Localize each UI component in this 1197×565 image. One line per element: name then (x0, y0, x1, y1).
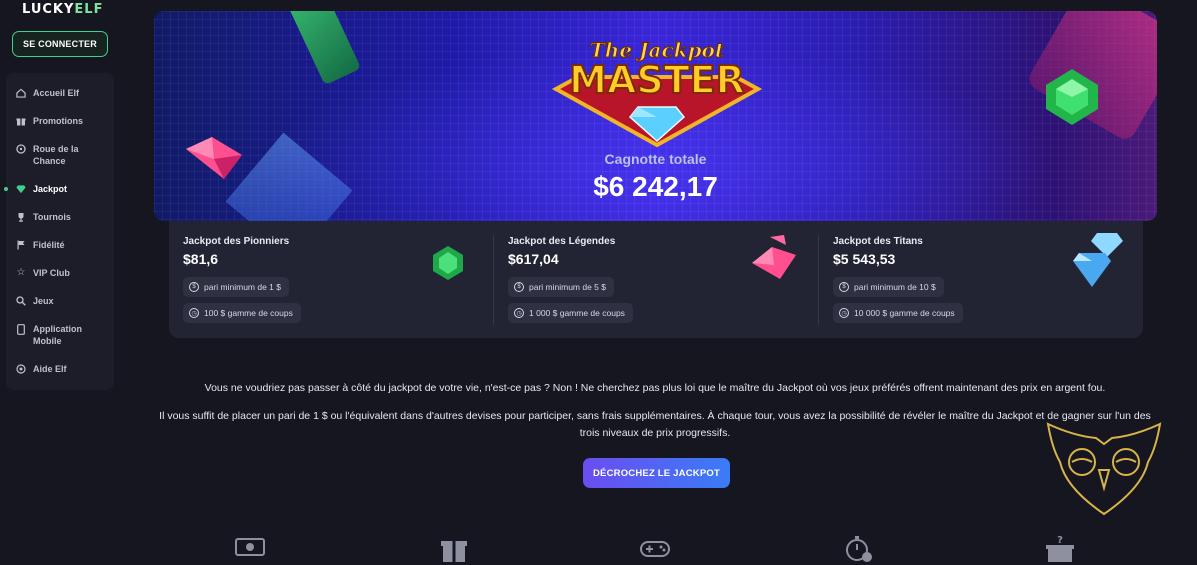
dollar-icon: $ (514, 282, 524, 292)
stopwatch-icon (846, 536, 872, 562)
sidebar-item-label: VIP Club (33, 268, 70, 278)
wheel-icon (16, 144, 26, 154)
flag-icon (16, 240, 26, 250)
sidebar-item-label: Promotions (33, 116, 84, 126)
sidebar-item-label: Tournois (33, 212, 71, 222)
min-bet-chip: $ pari minimum de 1 $ (183, 277, 290, 297)
trophy-icon (16, 212, 26, 222)
help-icon (16, 364, 26, 374)
sidebar-item-roue[interactable]: Roue de la Chance (16, 143, 83, 167)
clock-icon: ◷ (189, 308, 199, 318)
clock-icon: ◷ (839, 308, 849, 318)
login-button[interactable]: SE CONNECTER (12, 31, 108, 57)
tier-value: $617,04 (508, 251, 559, 267)
jackpot-master-logo: The Jackpot MASTER (551, 38, 763, 147)
tier-value: $81,6 (183, 251, 219, 267)
sidebar-item-vip[interactable]: ☆ VIP Club (16, 267, 70, 279)
gem-icon (16, 184, 26, 194)
mobile-icon (16, 323, 26, 335)
sidebar-item-fidelite[interactable]: Fidélité (16, 239, 65, 251)
gift-icon (16, 116, 26, 126)
active-indicator (4, 187, 8, 191)
jackpot-tiers: Jackpot des Pionniers $81,6 $ pari minim… (169, 221, 1143, 338)
sidebar-item-label: Jackpot (33, 184, 68, 194)
tier-value: $5 543,53 (833, 251, 896, 267)
sidebar-item-promotions[interactable]: Promotions (16, 115, 83, 127)
green-gem-icon (1046, 69, 1098, 125)
range-chip: ◷ 100 $ gamme de coups (183, 303, 301, 323)
blue-gem-icon (1073, 233, 1123, 287)
claim-jackpot-button[interactable]: DÉCROCHEZ LE JACKPOT (583, 458, 730, 488)
home-icon (16, 88, 26, 98)
money-icon (235, 538, 265, 556)
tier-title: Jackpot des Légendes (508, 236, 616, 247)
sidebar-item-aide[interactable]: Aide Elf (16, 363, 67, 375)
min-bet-text: pari minimum de 5 $ (529, 282, 607, 292)
dollar-icon: $ (189, 282, 199, 292)
tier-card: Jackpot des Titans $5 543,53 $ pari mini… (819, 221, 1143, 338)
tier-title: Jackpot des Pionniers (183, 236, 290, 247)
tier-card: Jackpot des Légendes $617,04 $ pari mini… (494, 221, 818, 338)
intro-paragraph-3: trois niveaux de prix progressifs. (579, 427, 731, 439)
range-chip: ◷ 10 000 $ gamme de coups (833, 303, 963, 323)
sidebar-item-jeux[interactable]: Jeux (16, 295, 54, 307)
range-text: 1 000 $ gamme de coups (529, 308, 625, 318)
sidebar-nav: Accueil Elf Promotions Roue de la Chance… (6, 73, 114, 390)
min-bet-chip: $ pari minimum de 5 $ (508, 277, 615, 297)
tier-card: Jackpot des Pionniers $81,6 $ pari minim… (169, 221, 493, 338)
range-text: 10 000 $ gamme de coups (854, 308, 955, 318)
pink-gem-icon (752, 235, 796, 279)
sidebar-item-tournois[interactable]: Tournois (16, 211, 71, 223)
min-bet-chip: $ pari minimum de 10 $ (833, 277, 944, 297)
logo-accent: ELF (74, 2, 104, 17)
tier-title: Jackpot des Titans (833, 236, 923, 247)
sidebar-item-label: Jeux (33, 296, 54, 306)
logo-main: LUCKY (22, 2, 75, 17)
intro-paragraph-2: Il vous suffit de placer un pari de 1 $ … (159, 410, 1151, 422)
sidebar: LUCKYELF SE CONNECTER Accueil Elf Promot… (0, 0, 114, 565)
search-icon (16, 296, 26, 306)
min-bet-text: pari minimum de 1 $ (204, 282, 282, 292)
star-icon: ☆ (16, 267, 26, 278)
clock-icon: ◷ (514, 308, 524, 318)
range-chip: ◷ 1 000 $ gamme de coups (508, 303, 633, 323)
sidebar-item-label: Fidélité (33, 240, 65, 250)
brand-logo[interactable]: LUCKYELF (22, 2, 103, 17)
owl-watermark (1046, 422, 1162, 516)
dollar-icon: $ (839, 282, 849, 292)
sidebar-item-label: Application Mobile (33, 324, 82, 346)
sidebar-item-jackpot[interactable]: Jackpot (16, 183, 67, 195)
logo-line2: MASTER (569, 58, 745, 102)
sidebar-item-label: Aide Elf (33, 364, 67, 374)
jackpot-banner: The Jackpot MASTER Cagnotte totale $6 24… (154, 11, 1157, 221)
page: LUCKYELF SE CONNECTER Accueil Elf Promot… (0, 0, 1197, 565)
sidebar-item-application[interactable]: Application Mobile (16, 323, 89, 347)
sidebar-item-label: Roue de la Chance (33, 144, 79, 166)
total-value: $6 242,17 (593, 171, 718, 202)
total-label: Cagnotte totale (604, 151, 707, 167)
mystery-box-icon: ? (1046, 535, 1074, 562)
intro-paragraph-1: Vous ne voudriez pas passer à côté du ja… (204, 382, 1106, 394)
gift-box-icon (441, 541, 467, 562)
range-text: 100 $ gamme de coups (204, 308, 293, 318)
sidebar-item-label: Accueil Elf (33, 88, 80, 98)
gamepad-icon (640, 541, 670, 557)
svg-text:?: ? (1057, 535, 1063, 546)
green-gem-icon (433, 246, 463, 280)
sidebar-item-accueil[interactable]: Accueil Elf (16, 87, 79, 99)
min-bet-text: pari minimum de 10 $ (854, 282, 936, 292)
